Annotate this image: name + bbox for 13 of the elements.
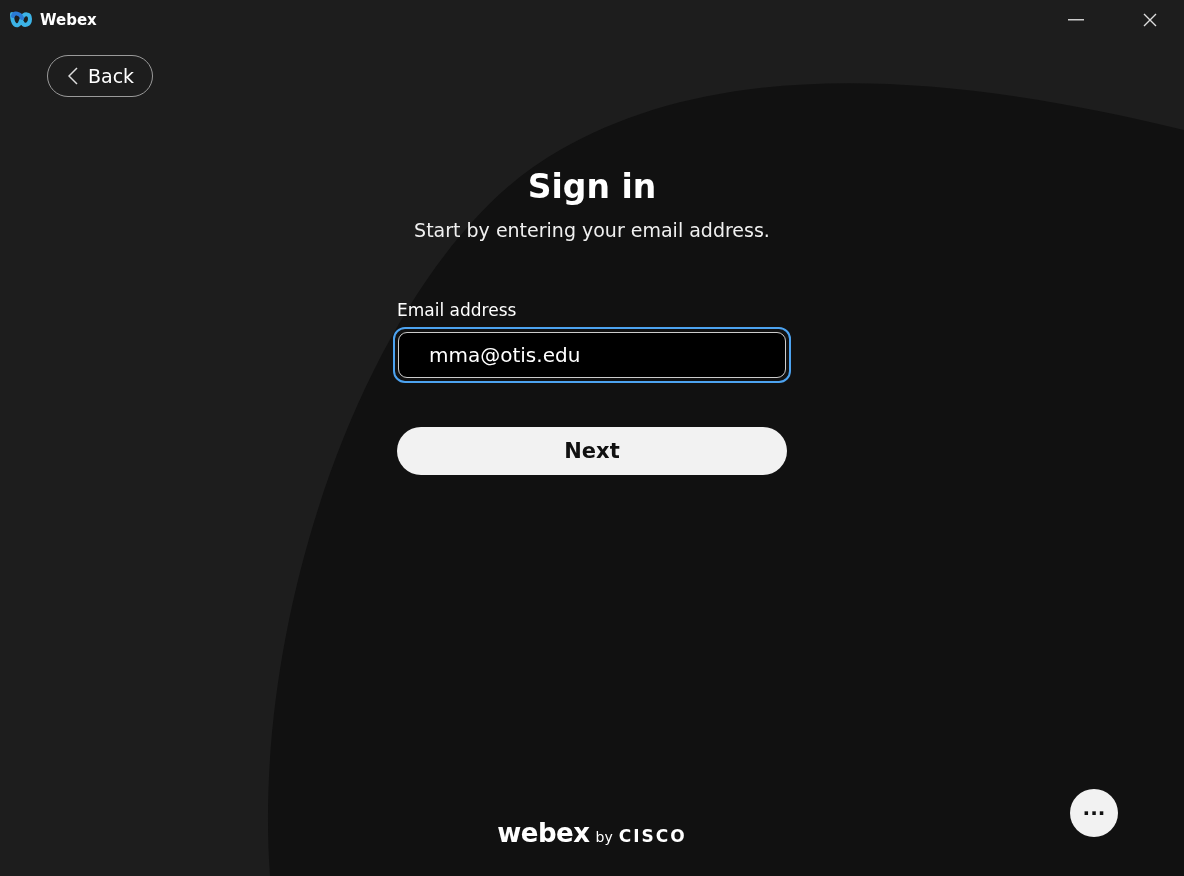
chevron-left-icon [68,67,78,85]
close-icon [1143,13,1157,27]
by-text: by [595,829,613,845]
page-heading: Sign in [527,167,657,207]
subtitle: Start by entering your email address. [414,218,770,243]
company-logo-text: CISCO [618,826,687,846]
logo-icon [10,11,34,29]
window-title: Webex [40,11,98,29]
brand-logo-text: webex [497,818,590,848]
minimize-icon [1068,19,1084,21]
next-button[interactable]: Next [397,427,787,475]
field-label: Email address [397,299,517,321]
email-field[interactable]: mma@otis.edu [393,327,791,383]
